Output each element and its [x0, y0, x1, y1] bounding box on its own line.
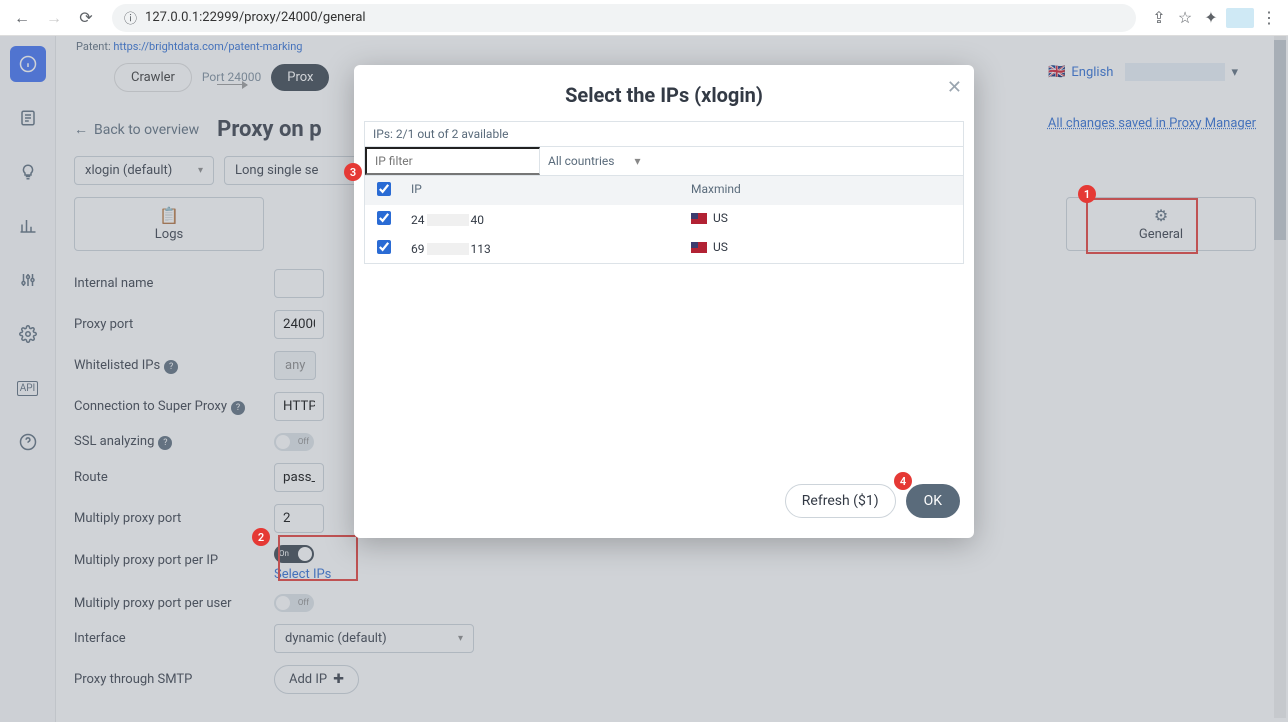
chevron-down-icon: ▾: [634, 154, 640, 168]
annotation-badge-2: 2: [252, 528, 270, 546]
row-checkbox[interactable]: [377, 240, 391, 254]
row-checkbox[interactable]: [377, 211, 391, 225]
url-bar[interactable]: ⓘ 127.0.0.1:22999/proxy/24000/general: [112, 4, 1136, 32]
site-info-icon[interactable]: ⓘ: [124, 8, 137, 27]
country-cell: US: [683, 205, 963, 234]
bookmark-icon[interactable]: ☆: [1174, 7, 1196, 29]
th-ip: IP: [403, 176, 683, 205]
close-icon[interactable]: ✕: [947, 77, 962, 98]
ip-table: IP Maxmind 2440 US 69113 US: [364, 176, 964, 264]
annotation-badge-1: 1: [1078, 185, 1096, 203]
ip-cell: 2440: [403, 205, 683, 234]
annotation-badge-4: 4: [894, 472, 912, 490]
annotation-badge-3: 3: [344, 163, 362, 181]
ok-button[interactable]: OK: [906, 484, 960, 518]
us-flag-icon: [691, 242, 707, 253]
table-row[interactable]: 2440 US: [365, 205, 963, 234]
profile-avatar[interactable]: [1226, 8, 1254, 28]
ip-cell: 69113: [403, 234, 683, 263]
country-value: All countries: [548, 154, 614, 168]
back-nav-icon[interactable]: ←: [8, 4, 36, 32]
us-flag-icon: [691, 213, 707, 224]
extensions-icon[interactable]: ✦: [1200, 7, 1222, 29]
select-ips-modal: Select the IPs (xlogin) ✕ IPs: 2/1 out o…: [354, 65, 974, 538]
refresh-button[interactable]: Refresh ($1): [785, 484, 896, 518]
share-icon[interactable]: ⇪: [1148, 7, 1170, 29]
browser-bar: ← → ⟳ ⓘ 127.0.0.1:22999/proxy/24000/gene…: [0, 0, 1288, 36]
url-text: 127.0.0.1:22999/proxy/24000/general: [145, 10, 366, 25]
ip-filter-input[interactable]: [365, 147, 540, 175]
select-all-checkbox[interactable]: [377, 182, 391, 196]
th-maxmind: Maxmind: [683, 176, 963, 205]
menu-icon[interactable]: ⋮: [1258, 7, 1280, 29]
country-selector[interactable]: All countries ▾: [540, 147, 963, 175]
table-row[interactable]: 69113 US: [365, 234, 963, 263]
forward-nav-icon[interactable]: →: [40, 4, 68, 32]
country-cell: US: [683, 234, 963, 263]
ip-summary: IPs: 2/1 out of 2 available: [365, 122, 963, 147]
modal-title: Select the IPs (xlogin): [364, 83, 964, 107]
reload-icon[interactable]: ⟳: [72, 4, 100, 32]
